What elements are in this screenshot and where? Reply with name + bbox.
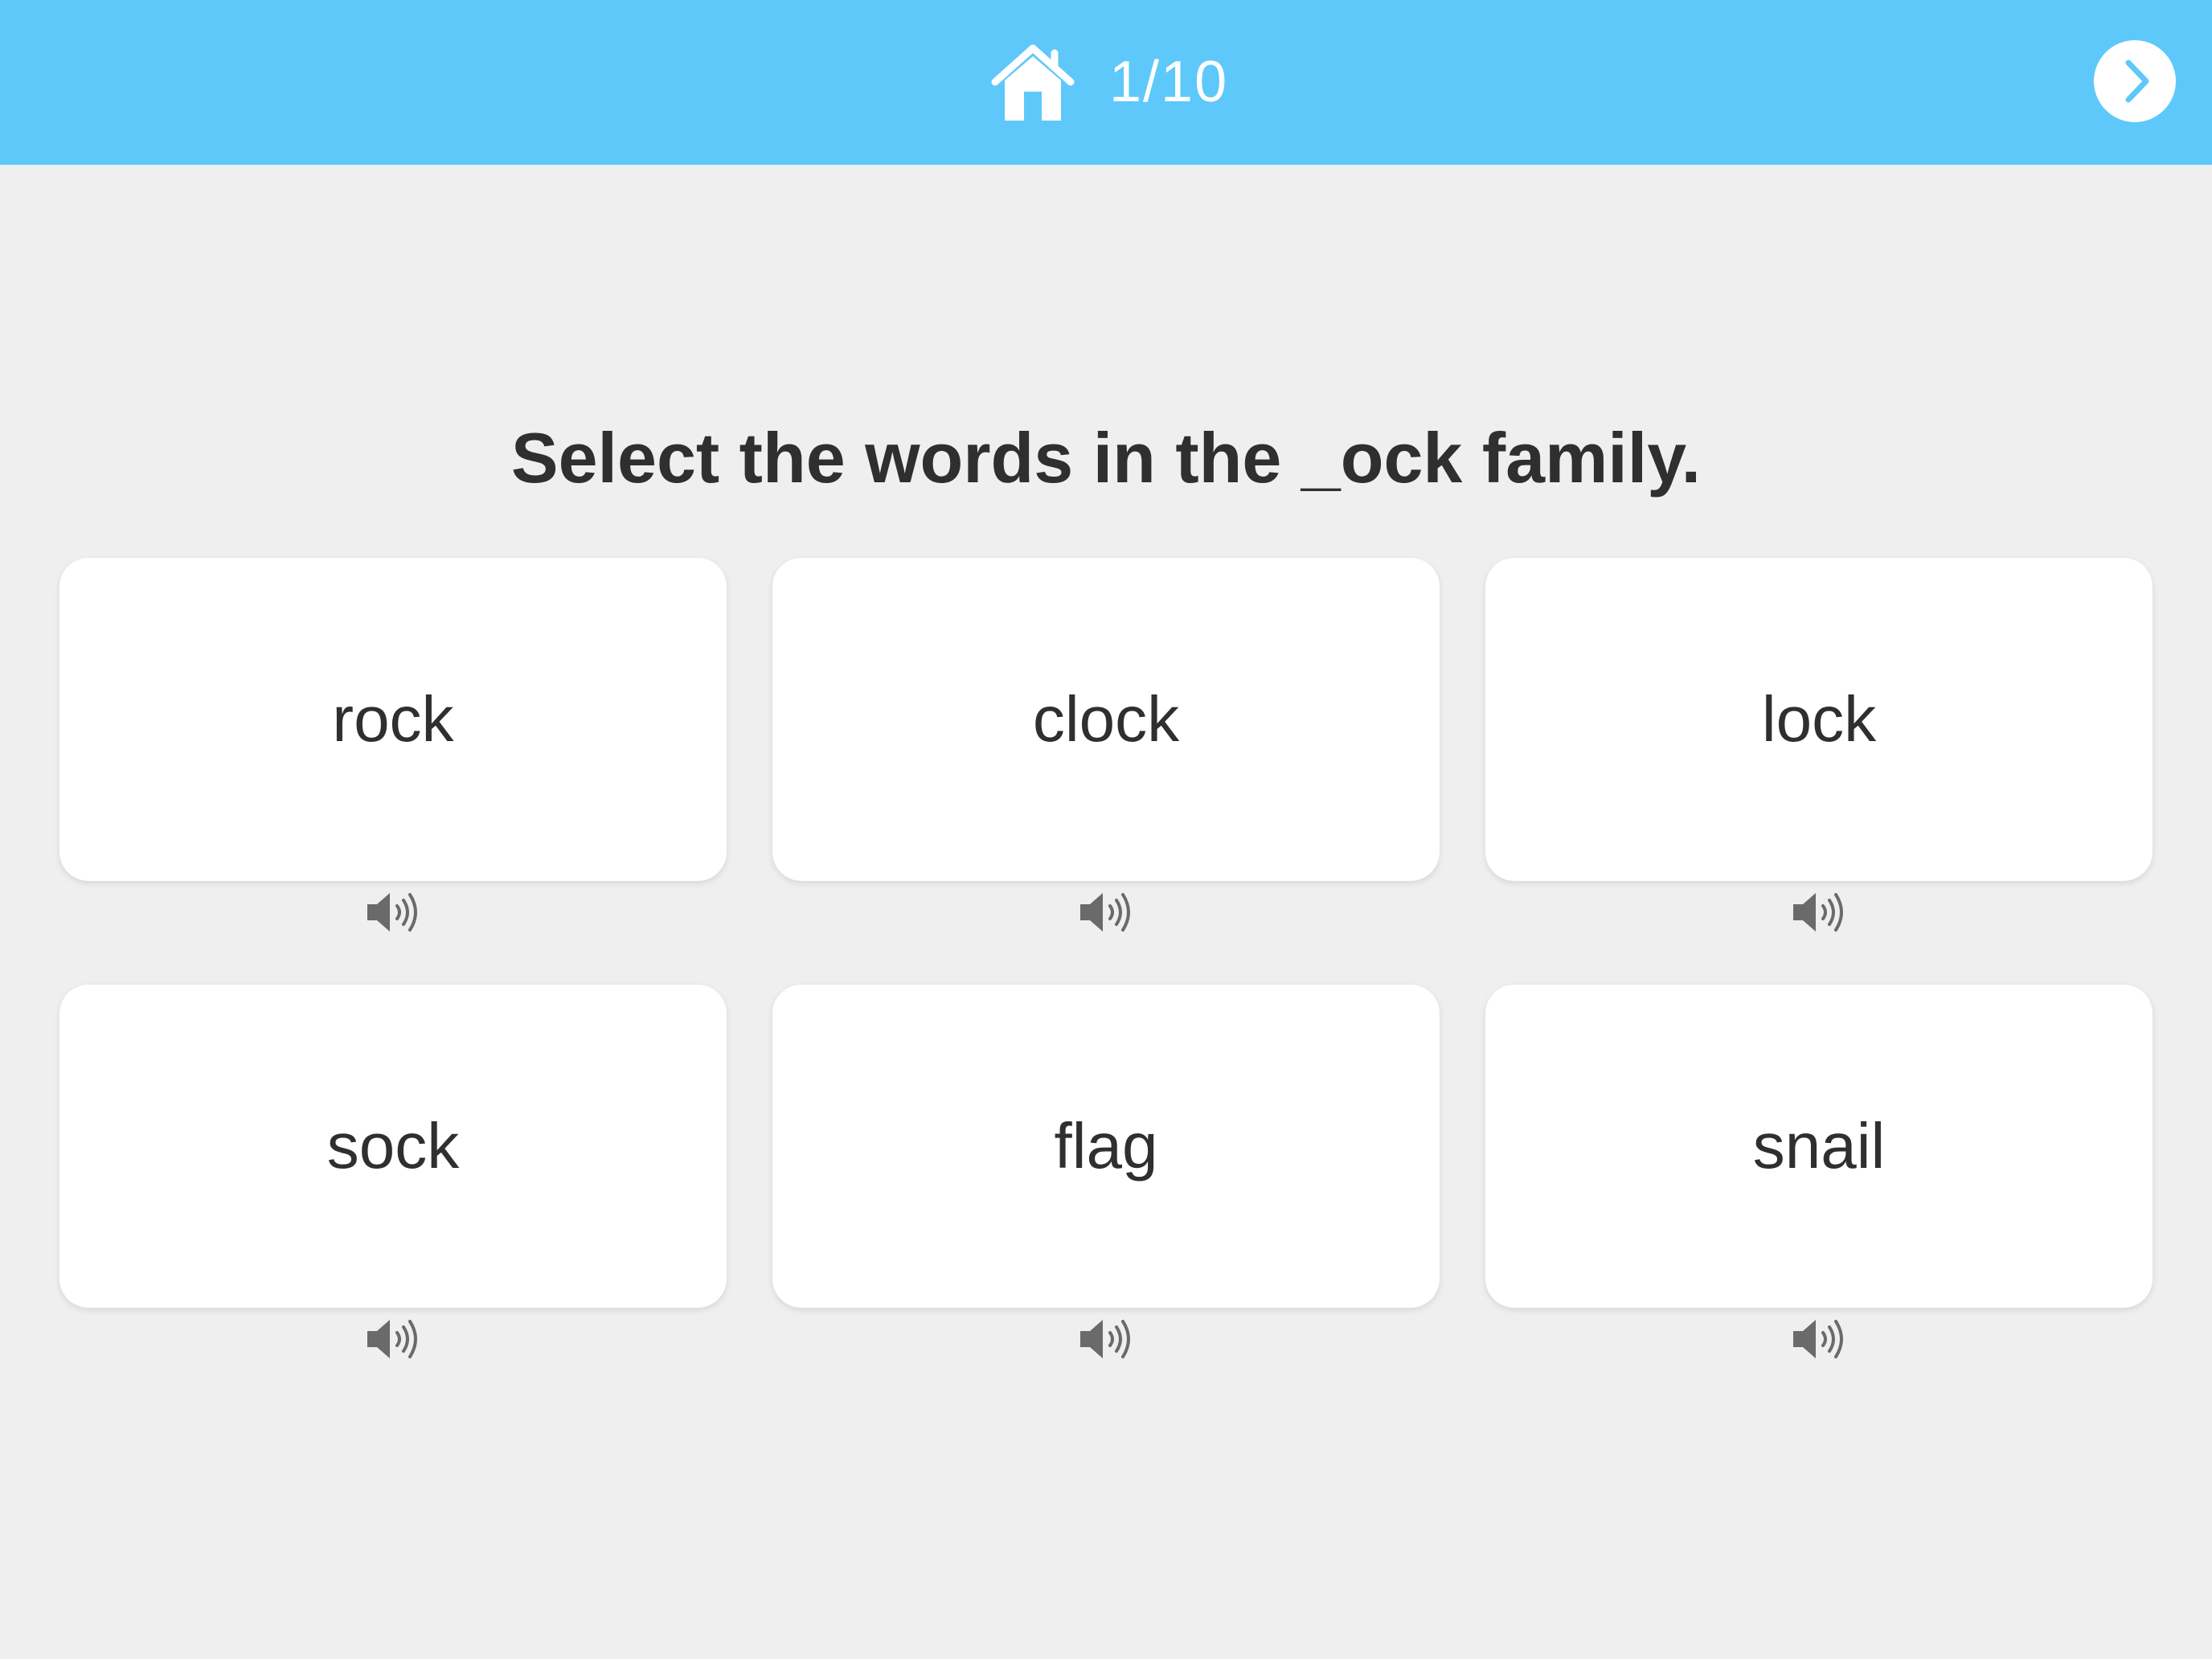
answer-word: sock [326, 1110, 460, 1182]
speaker-icon [1080, 1320, 1130, 1358]
play-audio-button-rock[interactable] [364, 888, 422, 936]
answer-card-lock[interactable]: lock [1485, 558, 2153, 881]
answer-word: flag [1054, 1110, 1158, 1182]
play-audio-button-clock[interactable] [1077, 888, 1135, 936]
answer-card-flag[interactable]: flag [772, 985, 1440, 1308]
play-audio-button-sock[interactable] [364, 1315, 422, 1363]
progress-counter: 1/10 [1109, 50, 1229, 114]
speaker-icon [1080, 893, 1130, 932]
next-button[interactable] [2094, 40, 2176, 122]
answer-word: lock [1761, 683, 1877, 755]
speaker-icon [1793, 1320, 1843, 1358]
play-audio-button-snail[interactable] [1790, 1315, 1848, 1363]
play-audio-button-flag[interactable] [1077, 1315, 1135, 1363]
play-audio-button-lock[interactable] [1790, 888, 1848, 936]
answer-card-sock[interactable]: sock [59, 985, 727, 1308]
chevron-right-icon [2125, 59, 2149, 103]
answer-card-clock[interactable]: clock [772, 558, 1440, 881]
answer-card-rock[interactable]: rock [59, 558, 727, 881]
home-icon [991, 44, 1075, 121]
answer-card-snail[interactable]: snail [1485, 985, 2153, 1308]
answer-word: rock [332, 683, 454, 755]
home-button[interactable] [989, 42, 1077, 125]
top-bar: 1/10 [0, 0, 2212, 165]
speaker-icon [367, 1320, 417, 1358]
speaker-icon [1793, 893, 1843, 932]
answer-word: snail [1752, 1110, 1886, 1182]
question-prompt: Select the words in the _ock family. [510, 418, 1702, 498]
answer-word: clock [1032, 683, 1180, 755]
speaker-icon [367, 893, 417, 932]
